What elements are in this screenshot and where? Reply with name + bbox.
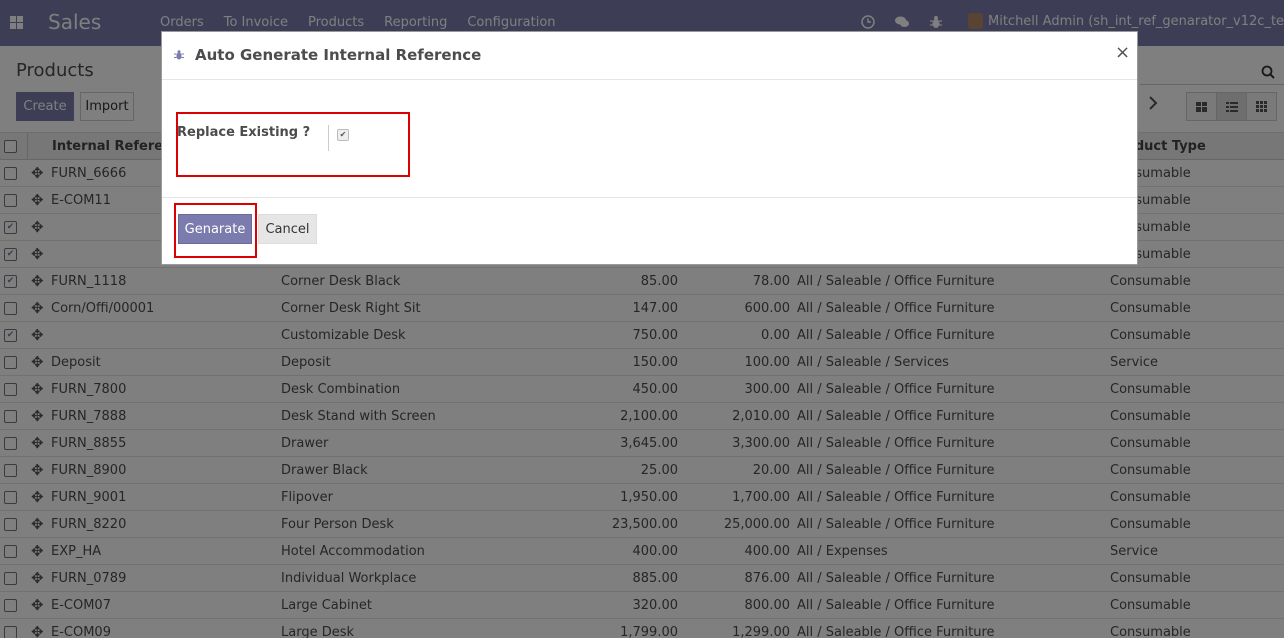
cancel-button[interactable]: Cancel [258, 214, 317, 244]
highlight-box-field [176, 112, 410, 177]
debug-bug-icon [174, 50, 184, 60]
dialog-title: Auto Generate Internal Reference [195, 46, 482, 64]
auto-generate-dialog: Auto Generate Internal Reference × Repla… [161, 31, 1138, 265]
dialog-footer-divider [162, 197, 1137, 198]
highlight-box-button [174, 203, 257, 258]
dialog-header: Auto Generate Internal Reference × [162, 32, 1137, 80]
close-icon[interactable]: × [1115, 42, 1130, 63]
